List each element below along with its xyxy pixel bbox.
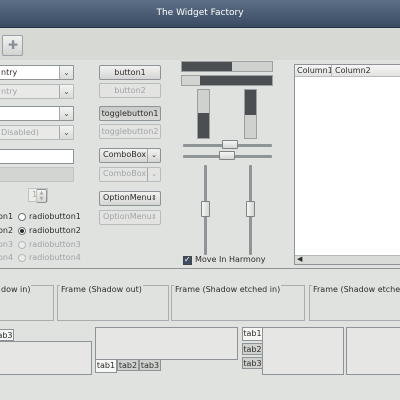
frame-shadow-etched-out: Frame (Shadow etche <box>309 285 400 321</box>
radio-on-icon <box>18 227 26 235</box>
chevron-down-icon[interactable]: ⌄ <box>59 107 73 120</box>
text-entry-disabled <box>0 167 74 182</box>
chevron-down-icon[interactable]: ⌄ <box>59 66 73 79</box>
progress-bar-horizontal-2 <box>181 75 273 86</box>
radio-label: radiobutton4 <box>29 253 81 262</box>
column2-header[interactable]: Column2 <box>331 65 371 76</box>
notebook-right-page <box>346 327 400 375</box>
progress-fill <box>198 113 209 138</box>
option-menu-disabled: OptionMenu ⇕ <box>99 210 161 225</box>
progress-fill <box>182 62 232 71</box>
radiobutton1[interactable]: radiobutton1 <box>18 211 81 223</box>
tab-3[interactable]: ab3 <box>0 329 14 341</box>
chevron-down-icon: ⌄ <box>59 85 73 98</box>
progress-fill <box>200 76 272 85</box>
button1[interactable]: button1 <box>99 65 161 80</box>
scale-vertical-slider[interactable] <box>201 201 210 217</box>
radio-off-icon <box>18 213 26 221</box>
frame-shadow-etched-in: Frame (Shadow etched in) <box>171 285 305 321</box>
frame-label: Frame (Shadow etched in) <box>174 285 282 294</box>
tree-view[interactable]: Column1 Column2 ◀ <box>294 64 400 265</box>
togglebutton1[interactable]: togglebutton1 <box>99 106 161 121</box>
window-title: The Widget Factory <box>156 8 244 18</box>
combo-entry[interactable]: ntry ⌄ <box>0 65 74 80</box>
toolbar <box>0 28 400 60</box>
updown-icon: ⇕ <box>151 194 157 202</box>
tab-1[interactable]: tab1 <box>242 327 263 341</box>
add-toolbar-button[interactable]: ✚ <box>2 35 23 56</box>
combobox-disabled-text: ComboBox <box>103 169 147 178</box>
frame-shadow-in: dow in) <box>0 285 54 321</box>
text-entry[interactable] <box>0 149 74 164</box>
option-menu-disabled-text: OptionMenu <box>103 212 152 221</box>
radio-left-label: on3 <box>0 240 14 249</box>
title-bar: The Widget Factory <box>0 0 400 28</box>
separator <box>0 268 400 269</box>
progress-fill <box>245 90 256 115</box>
option-menu-text: OptionMenu <box>103 193 152 202</box>
scale-horizontal-slider-2[interactable] <box>219 151 235 160</box>
radio-off-icon <box>18 241 26 249</box>
radiobutton3: radiobutton3 <box>18 239 81 251</box>
chevron-down-icon: ⌄ <box>147 168 160 181</box>
progress-bar-vertical <box>197 89 210 139</box>
spin-button: 1 ▲ ▼ <box>28 188 48 203</box>
notebook-bottom-page <box>95 327 238 360</box>
progress-bar-vertical-2 <box>244 89 257 139</box>
radio-left-label: on2 <box>0 226 14 235</box>
combo-disabled-text: Disabled) <box>1 128 39 137</box>
frame-label: dow in) <box>0 285 32 294</box>
scroll-left-arrow-icon[interactable]: ◀ <box>297 255 302 263</box>
combo-entry-disabled: ntry ⌄ <box>0 84 74 99</box>
combobox-text: ComboBox <box>103 150 147 159</box>
plus-icon: ✚ <box>7 38 19 52</box>
combo-entry-text: ntry <box>1 68 18 77</box>
togglebutton2: togglebutton2 <box>99 124 161 139</box>
notebook-left-tabs-page <box>262 327 344 375</box>
combobox[interactable]: ComboBox ⌄ <box>99 148 161 163</box>
combo-disabled: Disabled) ⌄ <box>0 125 74 140</box>
radiobutton4: radiobutton4 <box>18 252 81 264</box>
notebook-left-page <box>0 341 92 375</box>
progress-bar-horizontal <box>181 61 273 72</box>
frame-label: Frame (Shadow out) <box>60 285 143 294</box>
radio-label: radiobutton3 <box>29 240 81 249</box>
frame-shadow-out: Frame (Shadow out) <box>57 285 169 321</box>
tab-1[interactable]: tab1 <box>95 359 117 373</box>
tab-2[interactable]: tab2 <box>242 343 263 355</box>
frame-label: Frame (Shadow etche <box>312 285 400 294</box>
chevron-down-icon: ⌄ <box>59 126 73 139</box>
tab-2[interactable]: tab2 <box>117 359 139 371</box>
radio-label: radiobutton2 <box>29 226 81 235</box>
radio-label: radiobutton1 <box>29 212 81 221</box>
combo-entry-disabled-text: ntry <box>1 87 18 96</box>
combo-box-entry[interactable]: ⌄ <box>0 106 74 121</box>
updown-icon: ⇕ <box>151 213 157 221</box>
radio-off-icon <box>18 254 26 262</box>
scale-vertical-slider-2[interactable] <box>246 201 255 217</box>
column1-header[interactable]: Column1 <box>297 66 333 75</box>
tab-3[interactable]: tab3 <box>139 359 161 371</box>
move-in-harmony-label: Move In Harmony <box>195 255 266 264</box>
radiobutton2[interactable]: radiobutton2 <box>18 225 81 237</box>
combobox-disabled: ComboBox ⌄ <box>99 167 161 182</box>
radio-left-label: on4 <box>0 253 14 262</box>
horizontal-scrollbar[interactable]: ◀ <box>295 255 400 264</box>
option-menu[interactable]: OptionMenu ⇕ <box>99 191 161 206</box>
checkbox-checked-icon[interactable] <box>183 255 192 265</box>
button2: button2 <box>99 83 161 98</box>
scale-horizontal-slider[interactable] <box>222 140 238 149</box>
radio-left-label: on1 <box>0 212 14 221</box>
spin-arrows-icon: ▲ ▼ <box>36 189 47 203</box>
tab-3[interactable]: tab3 <box>242 357 263 369</box>
tree-header: Column1 Column2 <box>295 65 400 77</box>
chevron-down-icon: ⌄ <box>147 149 160 162</box>
